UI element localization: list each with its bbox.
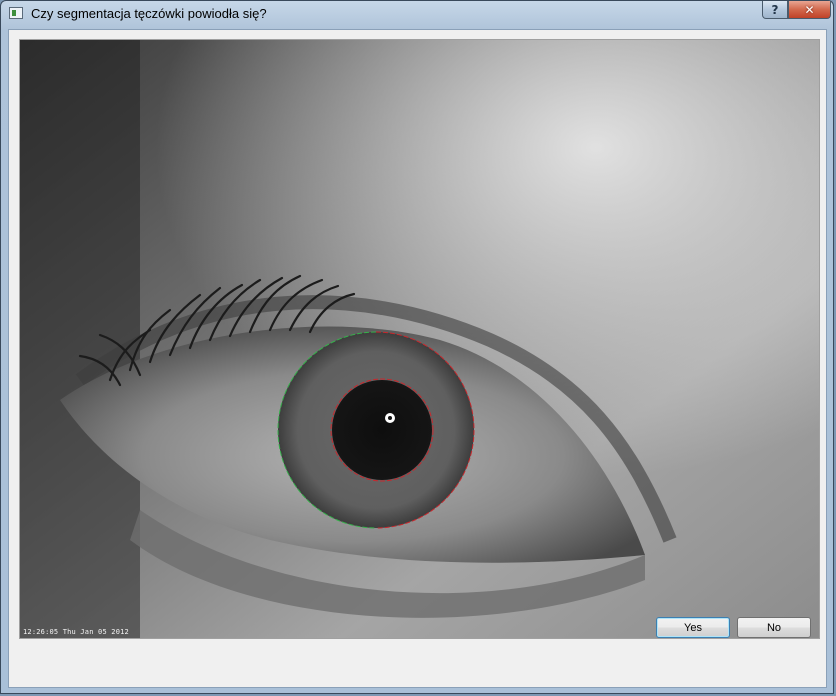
dialog-window: Czy segmentacja tęczówki powiodła się? ?… — [0, 0, 834, 694]
eye-photo — [20, 40, 819, 638]
close-button[interactable]: ✕ — [788, 1, 831, 19]
no-button[interactable]: No — [737, 617, 811, 638]
image-timestamp: 12:26:05 Thu Jan 05 2012 — [23, 628, 129, 636]
title-bar[interactable]: Czy segmentacja tęczówki powiodła się? ?… — [1, 1, 833, 29]
dialog-client-area: 12:26:05 Thu Jan 05 2012 — [8, 29, 827, 688]
window-title: Czy segmentacja tęczówki powiodła się? — [31, 6, 267, 21]
yes-button[interactable]: Yes — [656, 617, 730, 638]
help-button[interactable]: ? — [762, 1, 788, 19]
eye-image: 12:26:05 Thu Jan 05 2012 — [19, 39, 820, 639]
app-icon — [9, 7, 23, 19]
